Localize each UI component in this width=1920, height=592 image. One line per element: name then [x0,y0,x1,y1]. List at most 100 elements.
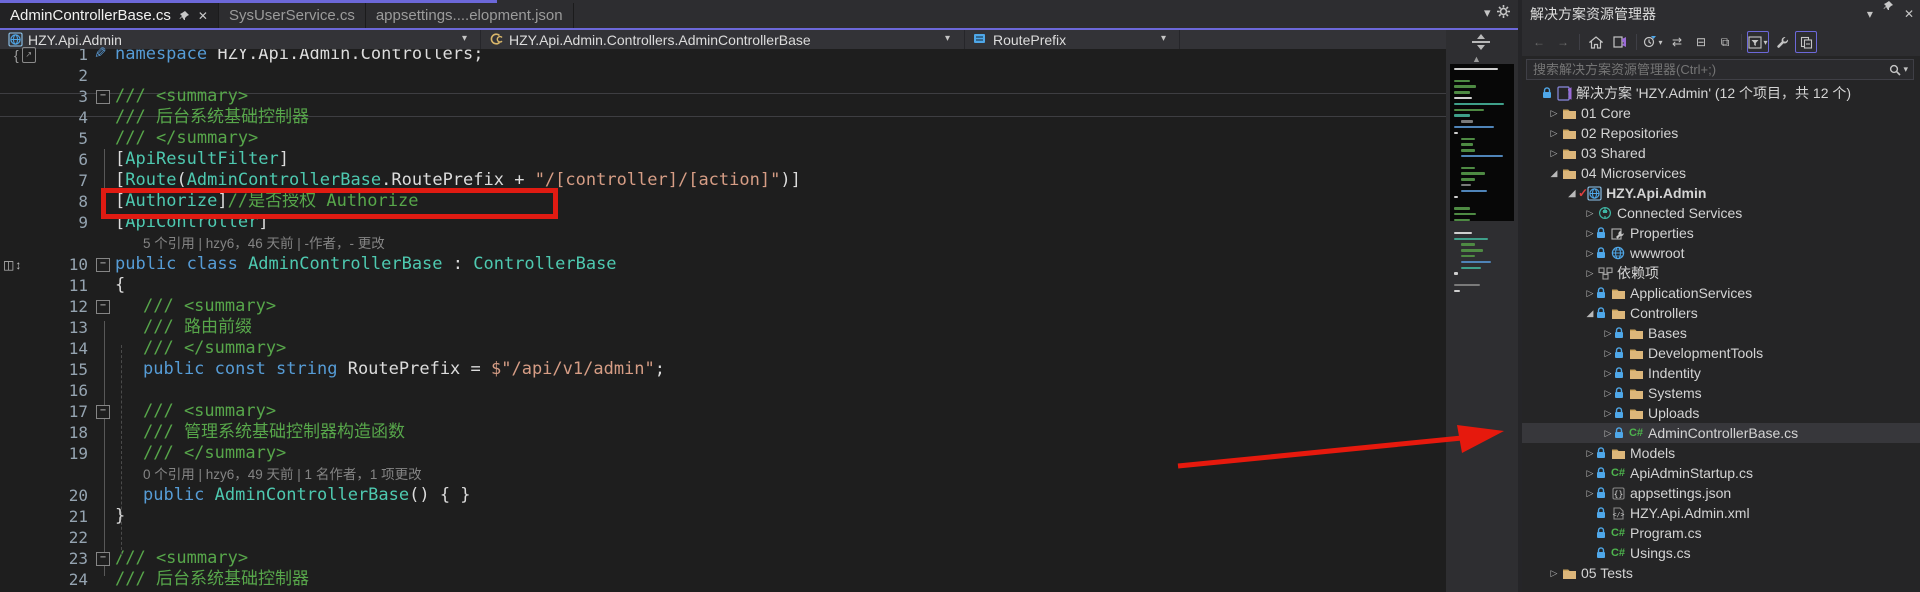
type-dropdown[interactable]: HZY.Api.Admin.Controllers.AdminControlle… [481,30,964,49]
tree-item-label: 01 Core [1581,105,1631,121]
member-dropdown[interactable]: RoutePrefix ▾ [965,30,1179,49]
line-number: 24 [0,569,88,590]
code-line-24: 24/// 后台系统基础控制器 [0,569,801,590]
tree-item-uploads[interactable]: ▷Uploads [1522,403,1920,423]
chevron-collapsed-icon[interactable]: ▷ [1548,568,1560,579]
line-text: 5 个引用 | hzy6，46 天前 | -作者，- 更改 [114,233,385,254]
tree-item-wwwroot[interactable]: ▷wwwroot [1522,243,1920,263]
switch-views-button[interactable] [1609,31,1631,53]
forward-button[interactable]: → [1552,31,1574,53]
back-button[interactable]: ← [1528,31,1550,53]
chevron-collapsed-icon[interactable]: ▷ [1584,488,1596,499]
tree-item-05-tests[interactable]: ▷05 Tests [1522,563,1920,583]
editor-splitter-handle[interactable] [1470,34,1494,50]
chevron-collapsed-icon[interactable]: ▷ [1548,108,1560,119]
filter-dropdown-button[interactable]: ▾ [1747,31,1769,53]
chevron-expanded-icon[interactable]: ◢ [1548,168,1560,179]
tree-item-04-microservices[interactable]: ◢04 Microservices [1522,163,1920,183]
chevron-collapsed-icon[interactable]: ▷ [1584,448,1596,459]
properties-wrench-button[interactable] [1771,31,1793,53]
code-editor[interactable]: 1namespace HZY.Api.Admin.Controllers;23−… [0,49,1446,592]
close-icon[interactable]: ✕ [198,9,208,23]
editor-options-gear-icon[interactable] [1497,5,1510,21]
chevron-collapsed-icon[interactable]: ▷ [1584,208,1596,219]
tab-admincontrollerbase-cs[interactable]: AdminControllerBase.cs✕ [0,3,219,28]
tree-item-developmenttools[interactable]: ▷DevelopmentTools [1522,343,1920,363]
show-all-files-button[interactable] [1795,31,1817,53]
pending-changes-filter-button[interactable]: ▾ [1642,31,1664,53]
chevron-collapsed-icon[interactable]: ▷ [1584,248,1596,259]
home-button[interactable] [1585,31,1607,53]
chevron-collapsed-icon[interactable]: ▷ [1548,128,1560,139]
tree-item--[interactable]: ▷ 依赖项 [1522,263,1920,283]
chevron-down-icon[interactable]: ▾ [1903,64,1908,75]
chevron-collapsed-icon[interactable]: ▷ [1584,468,1596,479]
chevron-collapsed-icon[interactable]: ▷ [1584,288,1596,299]
tree-item-label: Bases [1648,325,1687,341]
collapse-toggle[interactable]: − [96,90,110,104]
codelens-row[interactable]: 5 个引用 | hzy6，46 天前 | -作者，- 更改 [0,233,801,254]
tree-item-controllers[interactable]: ◢Controllers [1522,303,1920,323]
search-input[interactable] [1527,62,1889,77]
line-text [114,527,115,548]
tree-item-03-shared[interactable]: ▷03 Shared [1522,143,1920,163]
tree-item-connected-services[interactable]: ▷Connected Services [1522,203,1920,223]
tree-item-program-cs[interactable]: C#Program.cs [1522,523,1920,543]
collapse-all-button[interactable]: ⊟ [1690,31,1712,53]
code-line-3: 3−/// <summary> [0,86,801,107]
tree-item-systems[interactable]: ▷Systems [1522,383,1920,403]
tree-item-hzy-api-admin[interactable]: ◢✓HZY.Api.Admin [1522,183,1920,203]
chevron-expanded-icon[interactable]: ◢ [1566,188,1578,199]
lock-icon [1614,327,1627,339]
chevron-collapsed-icon[interactable]: ▷ [1602,428,1614,439]
tree-item-hzy-api-admin-xml[interactable]: </>HZY.Api.Admin.xml [1522,503,1920,523]
tree-item-label: AdminControllerBase.cs [1648,425,1798,441]
sync-with-active-document-button[interactable]: ⇄ [1666,31,1688,53]
chevron-expanded-icon[interactable]: ◢ [1584,308,1596,319]
tab-sysuserservice-cs[interactable]: SysUserService.cs [219,3,366,28]
tree-item-label: 依赖项 [1617,263,1659,283]
tab-appsettings-elopment-json[interactable]: appsettings....elopment.json [366,3,574,28]
chevron-collapsed-icon[interactable]: ▷ [1602,328,1614,339]
line-number: 19 [0,443,88,464]
tree-item-apiadminstartup-cs[interactable]: ▷C#ApiAdminStartup.cs [1522,463,1920,483]
window-position-chevron-icon[interactable]: ▾ [1867,0,1873,28]
collapse-toggle[interactable]: − [96,300,110,314]
collapse-toggle[interactable]: − [96,258,110,272]
line-text: namespace HZY.Api.Admin.Controllers; [114,49,483,65]
tree-item-admincontrollerbase-cs[interactable]: ▷C#AdminControllerBase.cs [1522,423,1920,443]
collapse-toggle[interactable]: − [96,405,110,419]
tree-item-bases[interactable]: ▷ Bases [1522,323,1920,343]
chevron-collapsed-icon[interactable]: ▷ [1584,268,1596,279]
chevron-down-icon: ▾ [462,33,467,44]
project-dropdown[interactable]: HZY.Api.Admin ▾ [0,30,480,49]
tree-item-usings-cs[interactable]: C#Usings.cs [1522,543,1920,563]
scroll-up-arrow-icon[interactable]: ▲ [1472,54,1481,64]
chevron-collapsed-icon[interactable]: ▷ [1602,388,1614,399]
tree-item-appsettings-json[interactable]: ▷{}appsettings.json [1522,483,1920,503]
preview-selected-button[interactable]: ⧉ [1714,31,1736,53]
document-list-chevron-icon[interactable]: ▾ [1484,5,1491,21]
tree-item-applicationservices[interactable]: ▷ApplicationServices [1522,283,1920,303]
minimap-viewport[interactable] [1450,64,1514,221]
chevron-collapsed-icon[interactable]: ▷ [1602,368,1614,379]
pin-icon[interactable] [179,10,190,21]
code-fix-icon[interactable]: ✎ [94,44,107,62]
minimap-scrollbar[interactable]: ▲ [1446,30,1518,592]
chevron-collapsed-icon[interactable]: ▷ [1584,228,1596,239]
collapse-toggle[interactable]: − [96,552,110,566]
chevron-collapsed-icon[interactable]: ▷ [1602,408,1614,419]
pin-icon[interactable] [1883,0,1894,28]
tree-item-02-repositories[interactable]: ▷02 Repositories [1522,123,1920,143]
chevron-collapsed-icon[interactable]: ▷ [1602,348,1614,359]
solution-search-box[interactable]: ▾ [1526,59,1914,80]
tree-item-models[interactable]: ▷Models [1522,443,1920,463]
tree-item-01-core[interactable]: ▷ 01 Core [1522,103,1920,123]
chevron-collapsed-icon[interactable]: ▷ [1548,148,1560,159]
tree-item-properties[interactable]: ▷Properties [1522,223,1920,243]
tree-item-indentity[interactable]: ▷Indentity [1522,363,1920,383]
tree-item--hzy-admin-12-12-[interactable]: 解决方案 'HZY.Admin' (12 个项目，共 12 个) [1522,83,1920,103]
close-icon[interactable]: ✕ [1904,0,1914,28]
search-icon[interactable] [1889,64,1901,76]
inheritance-margin-icon[interactable]: ◫↕ [3,258,21,272]
